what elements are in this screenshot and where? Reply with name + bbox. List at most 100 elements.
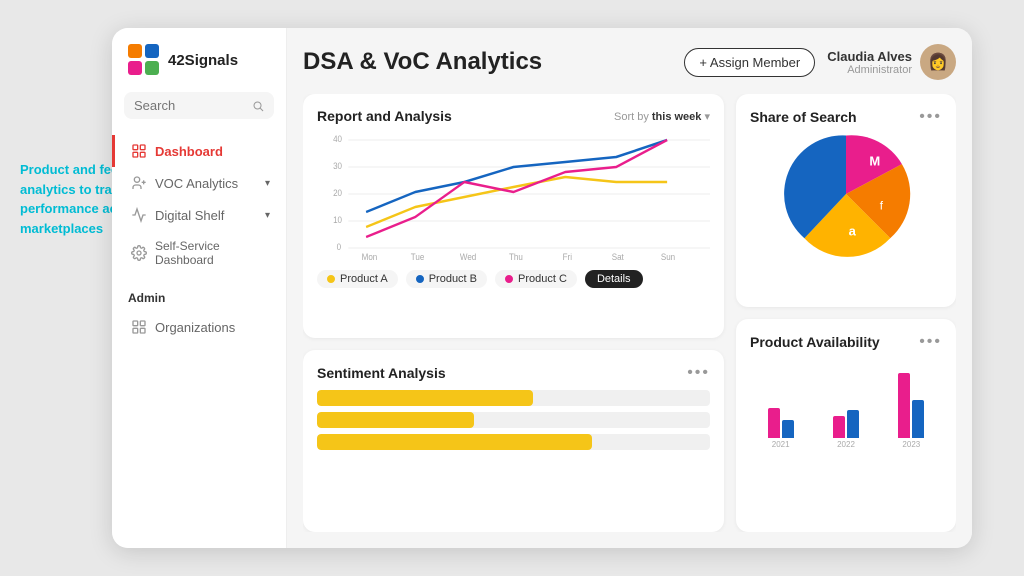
user-info: Claudia Alves Administrator <box>827 49 912 76</box>
avail-bar-2023-pink <box>898 373 910 438</box>
chart-legend: Product A Product B Product C Details <box>317 270 710 288</box>
sentiment-bar-1 <box>317 390 710 406</box>
report-chart-title: Report and Analysis <box>317 108 452 124</box>
avail-bar-2021-blue <box>782 420 794 438</box>
user-role: Administrator <box>827 64 912 76</box>
sort-value: this week <box>652 111 702 123</box>
self-service-icon <box>131 245 147 261</box>
avail-chart: 2021 2022 <box>750 359 942 449</box>
page-title: DSA & VoC Analytics <box>303 48 542 76</box>
svg-text:40: 40 <box>333 134 342 145</box>
legend-product-a[interactable]: Product A <box>317 270 398 288</box>
nav-label-self-service: Self-Service Dashboard <box>155 239 270 267</box>
svg-text:0: 0 <box>337 242 342 253</box>
header-right: + Assign Member Claudia Alves Administra… <box>684 44 956 80</box>
search-input[interactable] <box>134 98 246 113</box>
svg-text:M: M <box>869 153 880 168</box>
share-of-search-card: Share of Search ••• <box>736 94 956 307</box>
legend-label-c: Product C <box>518 273 567 285</box>
main-header: DSA & VoC Analytics + Assign Member Clau… <box>303 44 956 80</box>
line-chart-area: 40 30 20 10 0 <box>317 132 710 262</box>
search-box[interactable] <box>124 92 274 119</box>
report-chart-header: Report and Analysis Sort by this week ▾ <box>317 108 710 124</box>
nav-label-dashboard: Dashboard <box>155 144 223 159</box>
nav-item-voc[interactable]: VOC Analytics ▾ <box>112 167 286 199</box>
user-area: Claudia Alves Administrator 👩 <box>827 44 956 80</box>
line-chart-svg: 40 30 20 10 0 <box>317 132 710 262</box>
admin-section-title: Admin <box>112 275 286 311</box>
nav-item-self-service[interactable]: Self-Service Dashboard <box>112 231 286 275</box>
avail-chart-header: Product Availability ••• <box>750 333 942 351</box>
nav-label-digital-shelf: Digital Shelf <box>155 208 224 223</box>
avail-chart-title: Product Availability <box>750 334 880 350</box>
svg-text:Mon: Mon <box>362 252 378 262</box>
sos-chart-header: Share of Search ••• <box>750 108 942 126</box>
bar-track-2 <box>317 412 710 428</box>
sentiment-chart-title: Sentiment Analysis <box>317 365 446 381</box>
legend-product-b[interactable]: Product B <box>406 270 487 288</box>
svg-text:10: 10 <box>333 215 342 226</box>
sentiment-more-options[interactable]: ••• <box>687 364 710 382</box>
avail-bar-2021-pink <box>768 408 780 438</box>
nav-item-digital-shelf[interactable]: Digital Shelf ▾ <box>112 199 286 231</box>
svg-text:30: 30 <box>333 161 342 172</box>
bar-track-1 <box>317 390 710 406</box>
sos-chart-title: Share of Search <box>750 109 857 125</box>
bar-group-2022: 2022 <box>815 410 876 449</box>
logo-area: 42Signals <box>112 44 286 92</box>
app-logo-icon <box>128 44 160 76</box>
user-name: Claudia Alves <box>827 49 912 64</box>
dashboard-icon <box>131 143 147 159</box>
report-analysis-card: Report and Analysis Sort by this week ▾ … <box>303 94 724 338</box>
avail-more-options[interactable]: ••• <box>919 333 942 351</box>
avail-bar-2022-blue <box>847 410 859 438</box>
nav-label-voc: VOC Analytics <box>155 176 238 191</box>
sentiment-chart-header: Sentiment Analysis ••• <box>317 364 710 382</box>
sentiment-bars <box>317 390 710 450</box>
nav-label-organizations: Organizations <box>155 320 235 335</box>
nav-item-dashboard[interactable]: Dashboard <box>112 135 286 167</box>
legend-label-a: Product A <box>340 273 388 285</box>
bar-group-bars-2023 <box>898 373 924 438</box>
product-availability-card: Product Availability ••• 2021 <box>736 319 956 532</box>
right-charts: Share of Search ••• <box>736 94 956 532</box>
pie-container: M f a <box>750 134 942 254</box>
left-charts: Report and Analysis Sort by this week ▾ … <box>303 94 724 532</box>
bar-group-bars-2022 <box>833 410 859 438</box>
nav-item-organizations[interactable]: Organizations <box>112 311 286 343</box>
avatar: 👩 <box>920 44 956 80</box>
bar-fill-3 <box>317 434 592 450</box>
bar-group-2023: 2023 <box>881 373 942 449</box>
svg-text:a: a <box>849 224 857 239</box>
details-button[interactable]: Details <box>585 270 643 288</box>
avail-bar-2022-pink <box>833 416 845 438</box>
assign-member-button[interactable]: + Assign Member <box>684 48 815 77</box>
bar-track-3 <box>317 434 710 450</box>
bar-year-2023: 2023 <box>902 440 920 449</box>
bar-fill-1 <box>317 390 533 406</box>
legend-product-c[interactable]: Product C <box>495 270 577 288</box>
sos-more-options[interactable]: ••• <box>919 108 942 126</box>
svg-text:Wed: Wed <box>460 252 477 262</box>
svg-text:Fri: Fri <box>563 252 572 262</box>
chevron-digital-shelf: ▾ <box>265 210 270 221</box>
chevron-voc: ▾ <box>265 178 270 189</box>
sidebar: 42Signals Dashboard <box>112 28 287 548</box>
bar-year-2021: 2021 <box>772 440 790 449</box>
svg-text:Thu: Thu <box>509 252 523 262</box>
svg-text:Sun: Sun <box>661 252 676 262</box>
bar-group-2021: 2021 <box>750 408 811 449</box>
bar-fill-2 <box>317 412 474 428</box>
pie-chart-svg: M f a <box>781 129 911 259</box>
main-content: DSA & VoC Analytics + Assign Member Clau… <box>287 28 972 548</box>
sentiment-bar-2 <box>317 412 710 428</box>
svg-text:Sat: Sat <box>612 252 625 262</box>
avail-bar-2023-blue <box>912 400 924 438</box>
voc-icon <box>131 175 147 191</box>
legend-dot-a <box>327 275 335 283</box>
bar-group-bars-2021 <box>768 408 794 438</box>
sentiment-analysis-card: Sentiment Analysis ••• <box>303 350 724 532</box>
legend-label-b: Product B <box>429 273 477 285</box>
svg-text:Tue: Tue <box>411 252 425 262</box>
app-name: 42Signals <box>168 52 238 69</box>
